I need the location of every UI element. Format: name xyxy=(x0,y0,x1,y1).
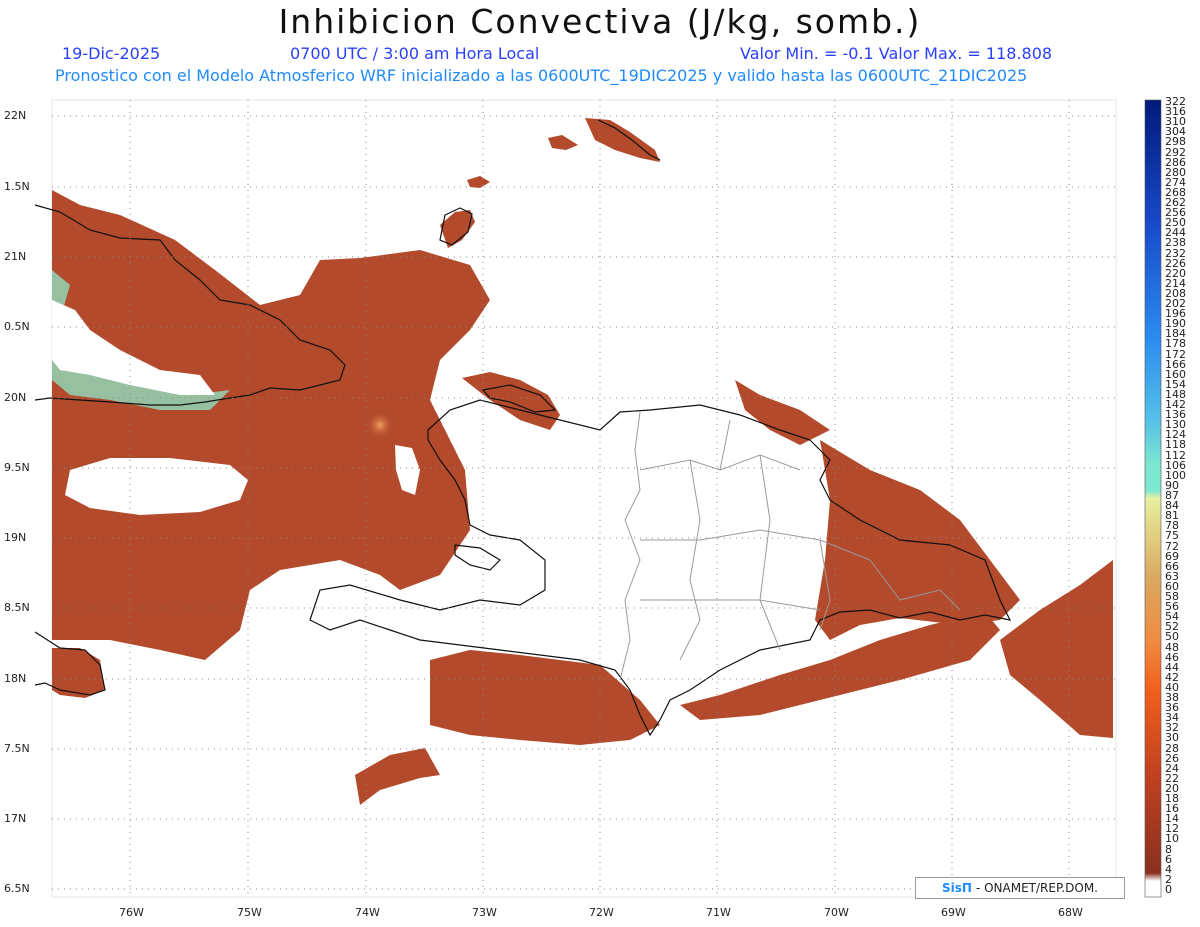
lat-label: 20N xyxy=(4,391,27,404)
credit-box: SisΠ - ONAMET/REP.DOM. xyxy=(915,877,1125,899)
lat-label: 9.5N xyxy=(4,461,30,474)
bright-patch xyxy=(366,411,394,439)
lon-label: 68W xyxy=(1058,906,1083,919)
credit-text: - ONAMET/REP.DOM. xyxy=(975,881,1098,895)
lon-label: 74W xyxy=(355,906,380,919)
lon-label: 69W xyxy=(941,906,966,919)
lon-label: 71W xyxy=(706,906,731,919)
lon-label: 72W xyxy=(589,906,614,919)
lat-label: 6.5N xyxy=(4,882,30,895)
lon-label: 76W xyxy=(119,906,144,919)
colorbar-tick-label: 0 xyxy=(1165,883,1172,896)
lat-label: 19N xyxy=(4,531,27,544)
cin-map xyxy=(34,99,1162,898)
lon-label: 73W xyxy=(472,906,497,919)
lat-label: 22N xyxy=(4,109,27,122)
forecast-time: 0700 UTC / 3:00 am Hora Local xyxy=(290,44,540,63)
forecast-info: Pronostico con el Modelo Atmosferico WRF… xyxy=(55,66,1028,85)
forecast-date: 19-Dic-2025 xyxy=(62,44,161,63)
lon-label: 75W xyxy=(237,906,262,919)
sispi-logo: SisΠ xyxy=(942,881,972,895)
lat-label: 21N xyxy=(4,250,27,263)
lon-label: 70W xyxy=(824,906,849,919)
min-max-values: Valor Min. = -0.1 Valor Max. = 118.808 xyxy=(740,44,1053,63)
colorbar-strip xyxy=(1144,99,1162,898)
lat-label: 17N xyxy=(4,812,27,825)
lat-label: 0.5N xyxy=(4,320,30,333)
lat-label: 7.5N xyxy=(4,742,30,755)
map-title: Inhibicion Convectiva (J/kg, somb.) xyxy=(278,2,922,41)
lat-label: 1.5N xyxy=(4,180,30,193)
lat-label: 18N xyxy=(4,672,27,685)
lat-label: 8.5N xyxy=(4,601,30,614)
